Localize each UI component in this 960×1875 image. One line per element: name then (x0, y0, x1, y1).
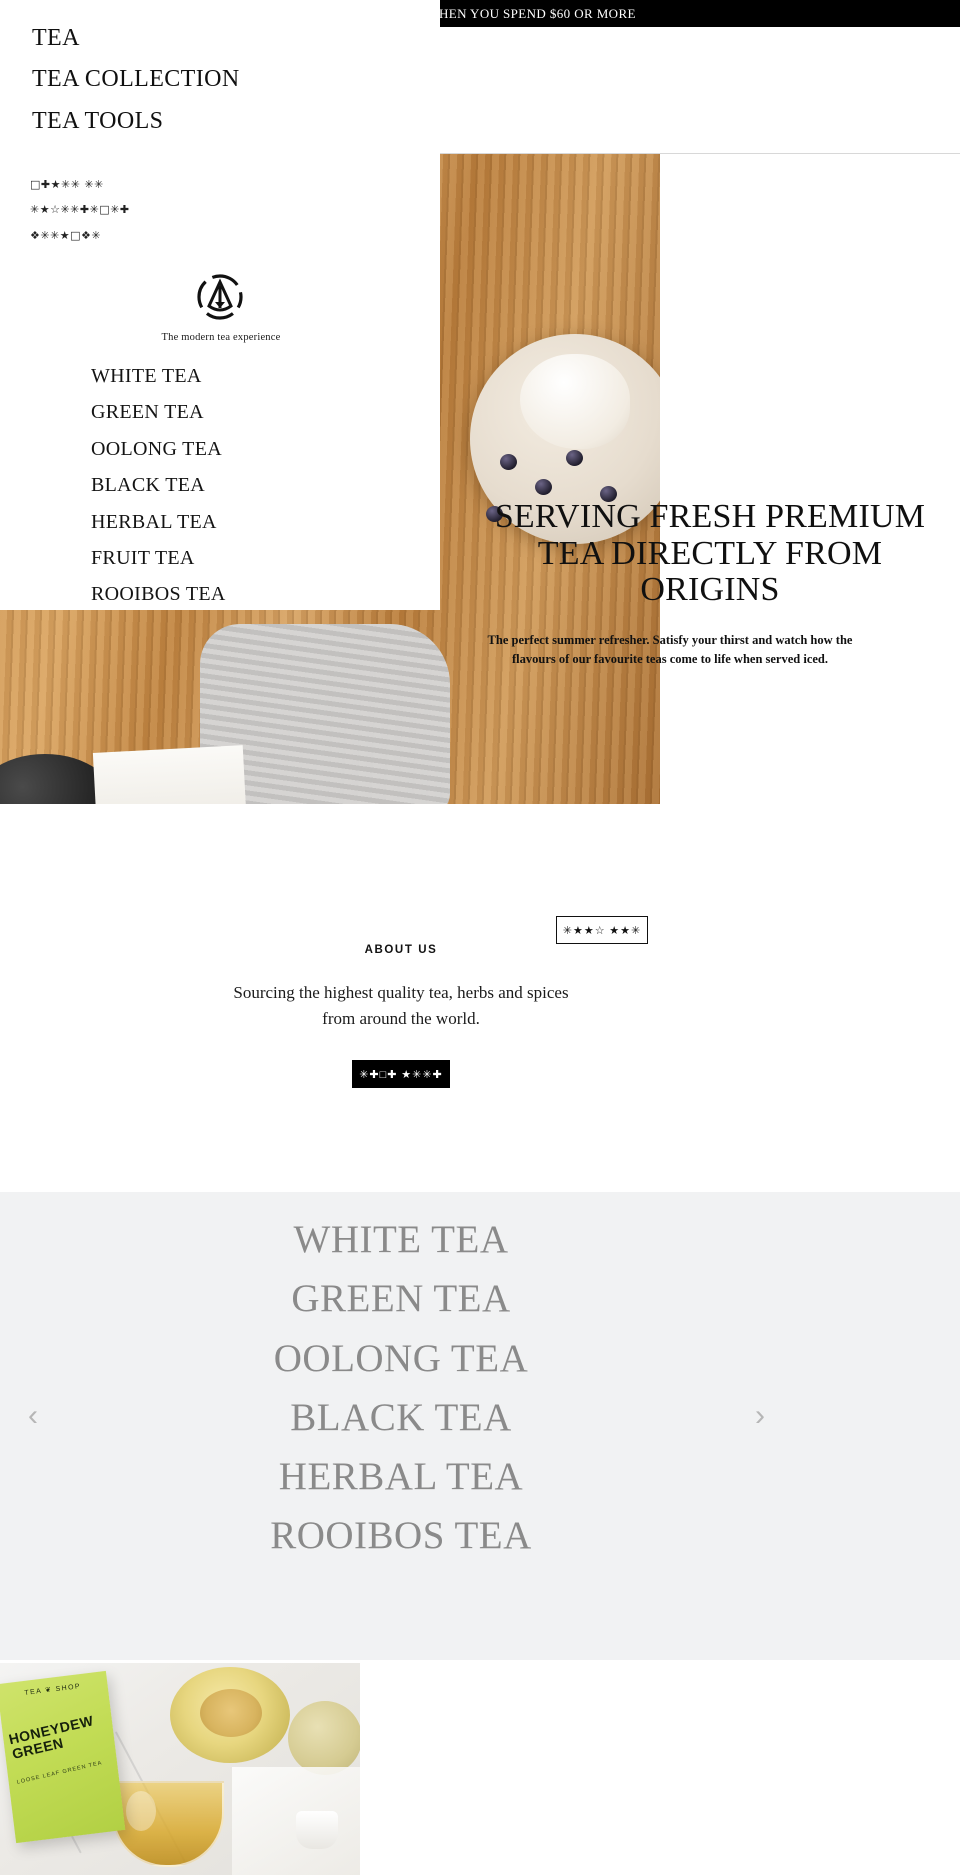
about-cta-button[interactable]: ✳✚□✚ ★✳✳✚ (352, 1060, 450, 1088)
carousel-item[interactable]: HERBAL TEA (0, 1447, 802, 1506)
menu-category-fruit-tea[interactable]: FRUIT TEA (91, 540, 421, 576)
menu-top-links: TEA TEA COLLECTION TEA TOOLS (32, 18, 412, 142)
hero-right-panel (660, 154, 960, 804)
rating-button[interactable]: ✳★★☆ ★★✳ (556, 916, 648, 944)
melon-core-shape (200, 1689, 262, 1737)
menu-symbol-links: □✚★✳✳ ✳✳ ✳★☆✳✳✚✳□✳✚ ❖✳✳★□❖✳ (30, 172, 370, 248)
brand-tagline: The modern tea experience (161, 332, 281, 343)
menu-category-black-tea[interactable]: BLACK TEA (91, 467, 421, 503)
berry-shape (500, 454, 517, 470)
carousel-item[interactable]: GREEN TEA (0, 1269, 802, 1328)
carousel-item[interactable]: BLACK TEA (0, 1388, 802, 1447)
cream-shape (520, 354, 630, 449)
hero-subtitle: The perfect summer refresher. Satisfy yo… (487, 633, 853, 666)
tea-box-package: TEA ❦ SHOP HONEYDEW GREEN LOOSE LEAF GRE… (0, 1670, 126, 1844)
tea-box-name: HONEYDEW GREEN (7, 1712, 95, 1762)
melon-shape (288, 1701, 360, 1775)
product-image[interactable]: TEA ❦ SHOP HONEYDEW GREEN LOOSE LEAF GRE… (0, 1663, 360, 1875)
carousel-item[interactable]: WHITE TEA (0, 1210, 802, 1269)
menu-category-white-tea[interactable]: WHITE TEA (91, 358, 421, 394)
berry-shape (535, 479, 552, 495)
tea-box-subtitle: LOOSE LEAF GREEN TEA (16, 1760, 103, 1786)
tea-box-brand: TEA ❦ SHOP (24, 1683, 82, 1697)
menu-category-herbal-tea[interactable]: HERBAL TEA (91, 504, 421, 540)
menu-item-tea-tools[interactable]: TEA TOOLS (32, 101, 412, 142)
hero-copy: SERVING FRESH PREMIUM TEA DIRECTLY FROM … (470, 498, 950, 669)
teacup-highlight (126, 1791, 156, 1831)
hero-title: SERVING FRESH PREMIUM TEA DIRECTLY FROM … (494, 498, 926, 609)
berry-shape (566, 450, 583, 466)
carousel-item[interactable]: OOLONG TEA (0, 1329, 802, 1388)
about-text: Sourcing the highest quality tea, herbs … (233, 983, 569, 1029)
page-root: FREE SHIPPING WHEN YOU SPEND $60 OR MORE… (0, 0, 960, 1875)
flyout-menu: TEA TEA COLLECTION TEA TOOLS □✚★✳✳ ✳✳ ✳★… (0, 0, 440, 610)
menu-category-rooibos-tea[interactable]: ROOIBOS TEA (91, 576, 421, 612)
menu-item-tea-collection[interactable]: TEA COLLECTION (32, 59, 412, 100)
menu-category-links: WHITE TEA GREEN TEA OOLONG TEA BLACK TEA… (91, 358, 421, 613)
menu-category-oolong-tea[interactable]: OOLONG TEA (91, 431, 421, 467)
carousel-list: WHITE TEA GREEN TEA OOLONG TEA BLACK TEA… (0, 1210, 802, 1566)
category-carousel: ‹ › WHITE TEA GREEN TEA OOLONG TEA BLACK… (0, 1192, 960, 1660)
paper-shape (92, 745, 248, 804)
menu-symbol-row[interactable]: ❖✳✳★□❖✳ (30, 223, 370, 248)
creamer-shape (296, 1811, 338, 1849)
carousel-item[interactable]: ROOIBOS TEA (0, 1506, 802, 1565)
menu-item-tea[interactable]: TEA (32, 18, 412, 59)
menu-symbol-row[interactable]: ✳★☆✳✳✚✳□✳✚ (30, 197, 370, 222)
menu-symbol-row[interactable]: □✚★✳✳ ✳✳ (30, 172, 370, 197)
about-label: ABOUT US (364, 944, 438, 956)
brand-logo-icon[interactable] (195, 272, 245, 322)
menu-category-green-tea[interactable]: GREEN TEA (91, 394, 421, 430)
